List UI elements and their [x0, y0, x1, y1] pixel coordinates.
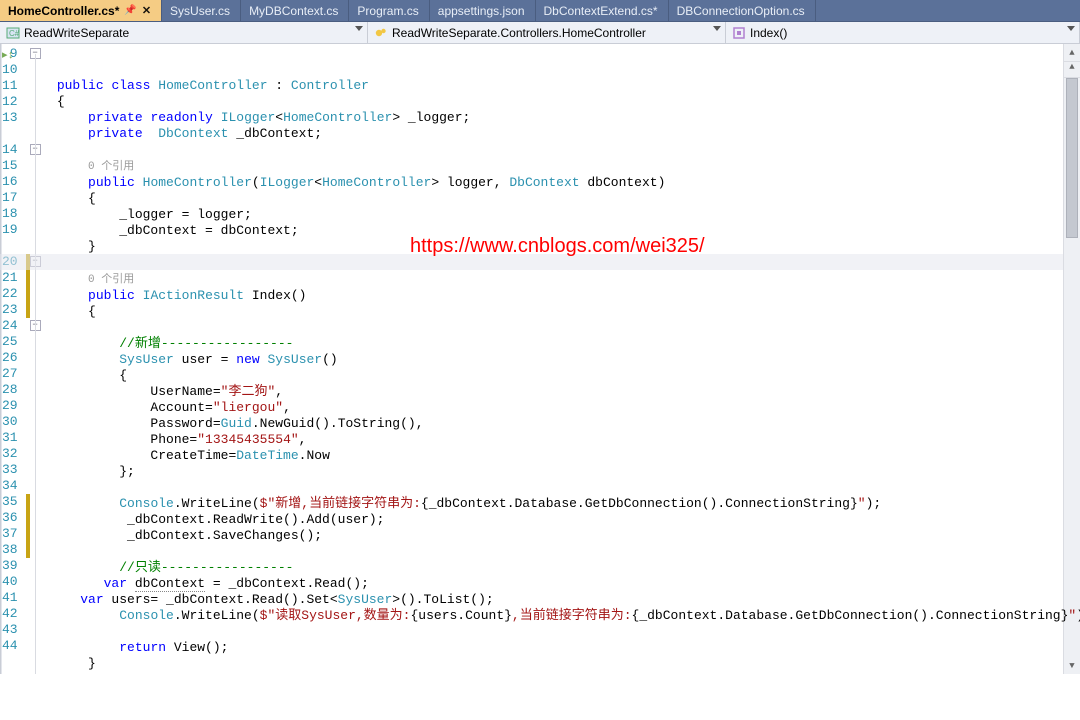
pin-icon[interactable]: 📌 [124, 5, 136, 16]
tab-appsettings-json[interactable]: appsettings.json [430, 0, 536, 21]
line-number: 42 [2, 606, 18, 622]
line-number: 22 [2, 286, 18, 302]
tab-label: Program.cs [357, 4, 418, 18]
line-number: 24 [2, 318, 18, 334]
tab-label: HomeController.cs* [8, 4, 119, 18]
line-number: 33 [2, 462, 18, 478]
method-icon [732, 26, 746, 40]
tab-label: MyDBContext.cs [249, 4, 338, 18]
track-changes-icon: ▸↕ [2, 48, 14, 62]
tab-bar: HomeController.cs* 📌 ✕ SysUser.cs MyDBContex… [0, 0, 1080, 22]
svg-text:C#: C# [9, 29, 20, 38]
line-number: 32 [2, 446, 18, 462]
line-number: 37 [2, 526, 18, 542]
line-number: 30 [2, 414, 18, 430]
line-number: 25 [2, 334, 18, 350]
tab-dbconnectionoption-cs[interactable]: DBConnectionOption.cs [669, 0, 816, 21]
nav-scope-dropdown[interactable]: ReadWriteSeparate.Controllers.HomeContro… [368, 22, 726, 43]
line-number-gutter: 910111213 141516171819 20212223242526272… [2, 44, 26, 674]
nav-scope-label: ReadWriteSeparate.Controllers.HomeContro… [392, 26, 646, 40]
tab-label: appsettings.json [438, 4, 525, 18]
line-number: 40 [2, 574, 18, 590]
line-number: 36 [2, 510, 18, 526]
nav-project-dropdown[interactable]: C# ReadWriteSeparate [0, 22, 368, 43]
nav-member-dropdown[interactable]: Index() [726, 22, 1080, 43]
line-number: 18 [2, 206, 18, 222]
nav-bar: C# ReadWriteSeparate ReadWriteSeparate.C… [0, 22, 1080, 44]
line-number: 21 [2, 270, 18, 286]
chevron-down-icon [713, 26, 721, 31]
tab-dbcontextextend-cs-[interactable]: DbContextExtend.cs* [536, 0, 669, 21]
tab-homecontroller-cs-[interactable]: HomeController.cs* 📌 ✕ [0, 0, 162, 21]
csharp-project-icon: C# [6, 26, 20, 40]
line-number: 23 [2, 302, 18, 318]
line-number [2, 126, 18, 142]
line-number: 19 [2, 222, 18, 238]
tab-sysuser-cs[interactable]: SysUser.cs [162, 0, 241, 21]
line-number: 31 [2, 430, 18, 446]
line-number: 12 [2, 94, 18, 110]
line-number: 26 [2, 350, 18, 366]
line-number: 44 [2, 638, 18, 654]
chevron-down-icon [1067, 26, 1075, 31]
line-number: 16 [2, 174, 18, 190]
line-number: 28 [2, 382, 18, 398]
line-number: 41 [2, 590, 18, 606]
nav-member-label: Index() [750, 26, 787, 40]
tab-label: DBConnectionOption.cs [677, 4, 805, 18]
code-area[interactable]: public class HomeController : Controller… [26, 44, 1080, 674]
line-number: 27 [2, 366, 18, 382]
close-icon[interactable]: ✕ [142, 4, 151, 17]
line-number: 10 [2, 62, 18, 78]
line-number: 38 [2, 542, 18, 558]
line-number: 13 [2, 110, 18, 126]
scroll-up-button[interactable]: ▲ [1064, 44, 1080, 61]
line-number: 15 [2, 158, 18, 174]
tab-program-cs[interactable]: Program.cs [349, 0, 429, 21]
tab-mydbcontext-cs[interactable]: MyDBContext.cs [241, 0, 349, 21]
line-number: 14 [2, 142, 18, 158]
tab-label: DbContextExtend.cs* [544, 4, 658, 18]
line-number [2, 238, 18, 254]
line-number: 39 [2, 558, 18, 574]
code-editor[interactable]: ▸↕ 910111213 141516171819 20212223242526… [0, 44, 1080, 674]
tab-label: SysUser.cs [170, 4, 230, 18]
line-number: 43 [2, 622, 18, 638]
line-number: 35 [2, 494, 18, 510]
indicator-margin: ▸↕ [0, 44, 1, 674]
nav-project-label: ReadWriteSeparate [24, 26, 129, 40]
line-number: 29 [2, 398, 18, 414]
class-icon [374, 26, 388, 40]
line-number: 34 [2, 478, 18, 494]
line-number: 11 [2, 78, 18, 94]
chevron-down-icon [355, 26, 363, 31]
split-handle[interactable]: ▲ [1064, 61, 1080, 78]
line-number: 17 [2, 190, 18, 206]
